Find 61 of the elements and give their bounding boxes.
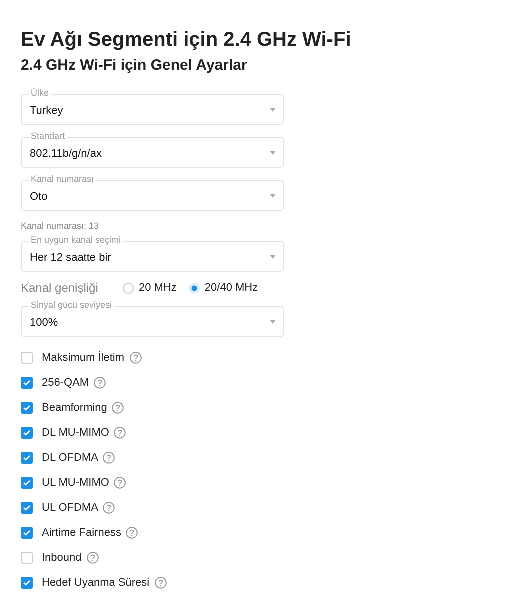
check-icon [23, 430, 31, 436]
check-icon [23, 480, 31, 486]
checkbox[interactable] [21, 552, 33, 564]
help-icon[interactable] [114, 426, 126, 438]
field-label: En uygun kanal seçimi [29, 234, 124, 246]
field-value: Turkey [30, 104, 64, 117]
checkbox-label: DL MU-MIMO [42, 426, 110, 438]
checkbox[interactable] [21, 476, 33, 488]
help-icon[interactable] [103, 502, 116, 514]
checkbox[interactable] [21, 576, 33, 588]
field-value: Oto [30, 190, 48, 203]
field-label: Kanal numarası [29, 173, 96, 185]
checkbox[interactable] [21, 452, 33, 464]
check-icon [23, 504, 31, 510]
help-icon[interactable] [94, 376, 106, 388]
radio-option[interactable]: 20/40 MHz [188, 282, 258, 294]
field-label: Sinyal gücü seviyesi [29, 299, 114, 311]
checkbox[interactable] [21, 426, 33, 438]
checkbox[interactable] [21, 526, 33, 538]
checkbox-label: Airtime Fairness [42, 526, 122, 538]
page-title: Ev Ağı Segmenti için 2.4 GHz Wi-Fi [21, 28, 352, 53]
field-label: Standart [29, 130, 68, 142]
checkbox-label: Hedef Uyanma Süresi [42, 576, 150, 588]
checkbox[interactable] [21, 402, 33, 414]
caret-icon [270, 150, 276, 154]
check-icon [23, 454, 31, 460]
field-value: Her 12 saatte bir [30, 251, 112, 264]
caret-icon [270, 320, 276, 324]
help-icon[interactable] [86, 552, 99, 564]
radio-icon[interactable] [188, 282, 200, 294]
check-icon [23, 404, 31, 410]
checkbox-label: Beamforming [42, 402, 108, 414]
section-title: 2.4 GHz Wi-Fi için Genel Ayarlar [21, 56, 248, 76]
checkbox[interactable] [21, 352, 33, 364]
field-value: 100% [30, 316, 58, 329]
check-icon [23, 580, 31, 586]
check-icon [23, 530, 31, 536]
caret-icon [270, 194, 276, 198]
field-value: 802.11b/g/n/ax [30, 147, 102, 160]
checkbox-label: 256-QAM [42, 376, 90, 388]
checkbox-label: UL MU-MIMO [42, 476, 110, 488]
help-icon[interactable] [103, 452, 116, 464]
checkbox-label: Maksimum İletim [42, 352, 125, 364]
checkbox-label: Inbound [42, 552, 82, 564]
caret-icon [270, 254, 276, 258]
radio-icon[interactable] [123, 282, 134, 294]
help-icon[interactable] [130, 352, 142, 364]
radio-option[interactable]: 20 MHz [123, 282, 177, 294]
help-icon[interactable] [114, 476, 126, 488]
caret-icon [270, 108, 276, 112]
checkbox-label: DL OFDMA [42, 452, 98, 464]
help-icon[interactable] [154, 576, 167, 588]
hint-text: Kanal numarası: 13 [21, 221, 100, 231]
checkbox-label: UL OFDMA [42, 502, 98, 514]
check-icon [23, 380, 31, 386]
checkbox[interactable] [21, 376, 33, 388]
help-icon[interactable] [112, 402, 124, 414]
field-label: Kanal genişliği [21, 281, 100, 295]
help-icon[interactable] [126, 526, 138, 538]
field-label: Ülke [29, 87, 52, 99]
checkbox[interactable] [21, 502, 33, 514]
